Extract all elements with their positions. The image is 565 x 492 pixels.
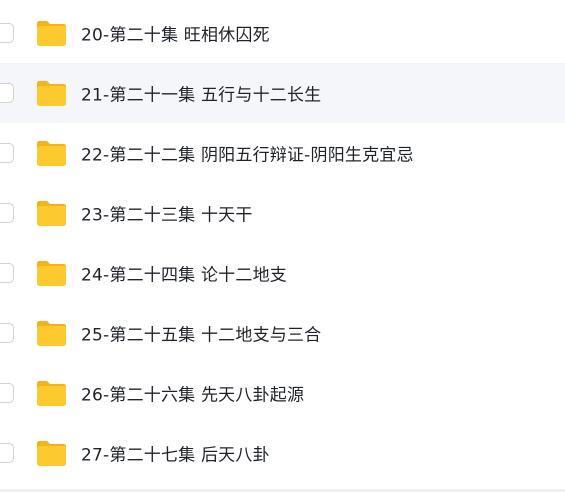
folder-icon [36, 199, 67, 227]
folder-icon [36, 379, 67, 407]
folder-icon [36, 139, 67, 167]
folder-icon [36, 19, 67, 47]
file-name[interactable]: 21-第二十一集 五行与十二长生 [81, 81, 321, 106]
folder-icon [36, 259, 67, 287]
file-name[interactable]: 22-第二十二集 阴阳五行辩证-阴阳生克宜忌 [81, 141, 414, 166]
row-select-checkbox[interactable] [0, 262, 20, 284]
file-name[interactable]: 25-第二十五集 十二地支与三合 [81, 321, 321, 346]
file-name[interactable]: 24-第二十四集 论十二地支 [81, 261, 287, 286]
file-row-21[interactable]: 21-第二十一集 五行与十二长生 [0, 63, 565, 123]
row-select-checkbox[interactable] [0, 382, 20, 404]
file-row-24[interactable]: 24-第二十四集 论十二地支 [0, 243, 565, 303]
file-name[interactable]: 27-第二十七集 后天八卦 [81, 441, 270, 466]
file-row-25[interactable]: 25-第二十五集 十二地支与三合 [0, 303, 565, 363]
file-list: 20-第二十集 旺相休囚死 21-第二十一集 五行与十二长生 22-第二十二集 … [0, 0, 565, 492]
folder-icon [36, 439, 67, 467]
file-name[interactable]: 23-第二十三集 十天干 [81, 201, 253, 226]
row-select-checkbox[interactable] [0, 142, 20, 164]
file-name[interactable]: 20-第二十集 旺相休囚死 [81, 21, 270, 46]
row-select-checkbox[interactable] [0, 22, 20, 44]
row-select-checkbox[interactable] [0, 82, 20, 104]
file-row-26[interactable]: 26-第二十六集 先天八卦起源 [0, 363, 565, 423]
file-row-20[interactable]: 20-第二十集 旺相休囚死 [0, 3, 565, 63]
file-row-23[interactable]: 23-第二十三集 十天干 [0, 183, 565, 243]
folder-icon [36, 319, 67, 347]
file-row-22[interactable]: 22-第二十二集 阴阳五行辩证-阴阳生克宜忌 [0, 123, 565, 183]
folder-icon [36, 79, 67, 107]
file-row-27[interactable]: 27-第二十七集 后天八卦 [0, 423, 565, 483]
row-select-checkbox[interactable] [0, 442, 20, 464]
row-select-checkbox[interactable] [0, 202, 20, 224]
row-select-checkbox[interactable] [0, 322, 20, 344]
file-name[interactable]: 26-第二十六集 先天八卦起源 [81, 381, 304, 406]
